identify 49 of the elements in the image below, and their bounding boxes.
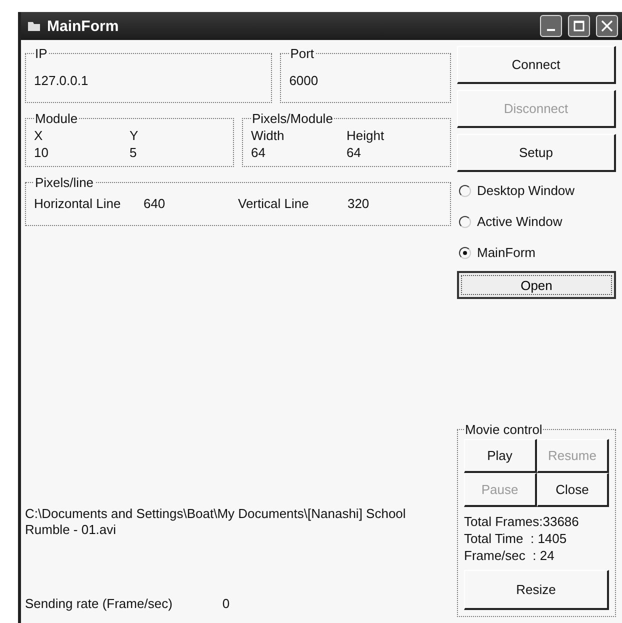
- radio-label: MainForm: [477, 245, 536, 260]
- field-label: Height: [346, 128, 386, 143]
- movie-button[interactable]: Close: [536, 473, 609, 507]
- minimize-button[interactable]: [540, 15, 562, 37]
- field-label: Y: [130, 128, 140, 143]
- sending-rate-label: Sending rate (Frame/sec): [25, 596, 172, 611]
- field-value: 10: [34, 145, 50, 160]
- radio-option[interactable]: Desktop Window: [457, 178, 616, 203]
- action-button[interactable]: Setup: [457, 134, 616, 172]
- resize-button[interactable]: Resize: [464, 570, 609, 610]
- field-label: Horizontal Line: [34, 196, 122, 211]
- radio-label: Active Window: [477, 214, 562, 229]
- radio-icon[interactable]: [459, 246, 471, 258]
- radio-icon[interactable]: [459, 184, 471, 196]
- maximize-button[interactable]: [568, 15, 590, 37]
- field-value: 5: [130, 145, 138, 160]
- window-title: MainForm: [47, 18, 120, 34]
- open-button[interactable]: Open: [457, 271, 616, 299]
- movie-stat: Frame/sec : 24: [464, 547, 556, 564]
- movie-stat: Total Frames:33686: [464, 513, 580, 530]
- field-value: 64: [251, 145, 266, 160]
- close-button[interactable]: [596, 15, 618, 37]
- sending-rate-value: 0: [222, 596, 230, 611]
- field-value: 640: [143, 196, 166, 211]
- group-title: Port: [289, 46, 316, 61]
- action-button[interactable]: Connect: [457, 46, 616, 84]
- field-label: Vertical Line: [238, 196, 310, 211]
- radio-option[interactable]: Active Window: [457, 209, 616, 234]
- port-value: 6000: [289, 72, 320, 90]
- radio-option[interactable]: MainForm: [457, 240, 616, 265]
- field-label: Width: [251, 128, 286, 143]
- window-icon: [27, 20, 41, 32]
- movie-button[interactable]: Play: [464, 439, 536, 473]
- file-path: C:\Documents and Settings\Boat\My Documents\[Nanashi] School Rumble - 01.avi: [25, 506, 407, 538]
- field-value: 320: [347, 196, 370, 211]
- ip-value: 127.0.0.1: [34, 72, 90, 90]
- movie-stat: Total Time : 1405: [464, 530, 568, 547]
- field-value: 64: [346, 145, 362, 160]
- close-icon: [601, 20, 613, 32]
- radio-icon[interactable]: [459, 216, 471, 228]
- group-title: IP: [34, 46, 48, 61]
- radio-label: Desktop Window: [477, 183, 575, 198]
- minimize-icon: [547, 29, 555, 31]
- group-title: Module: [34, 111, 79, 126]
- maximize-icon: [573, 20, 585, 32]
- group-title: Pixels/line: [34, 175, 95, 190]
- group-title: Movie control: [464, 422, 544, 437]
- field-label: X: [34, 128, 44, 143]
- group-title: Pixels/Module: [251, 111, 334, 126]
